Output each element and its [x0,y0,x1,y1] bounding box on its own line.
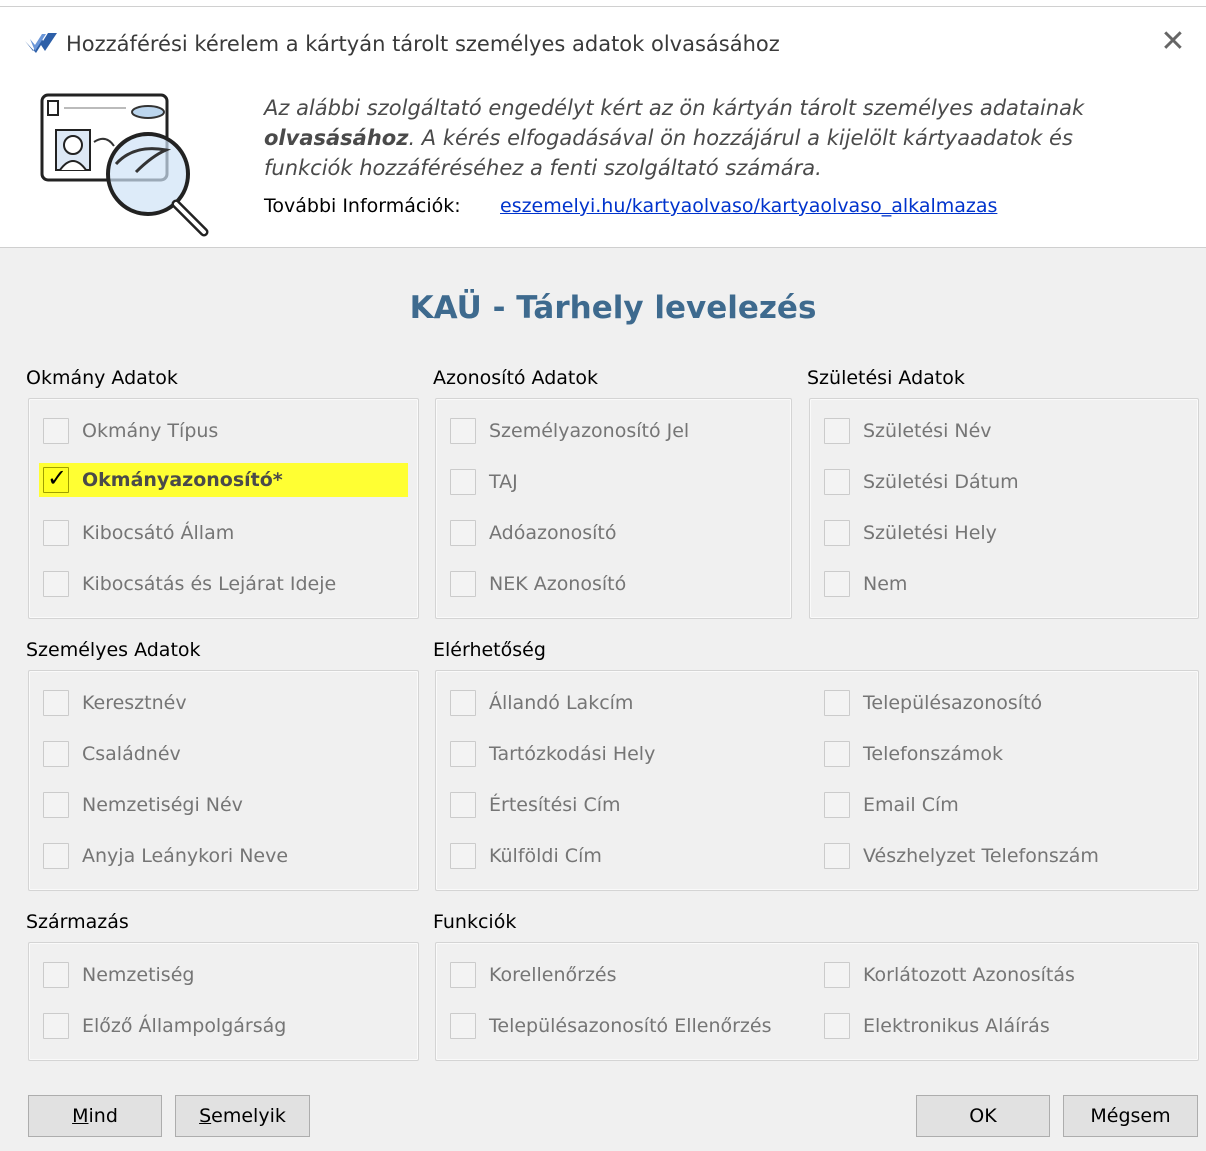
checkbox-adoazonosito[interactable]: Adóazonosító [436,512,776,554]
checkbox-csaladnev[interactable]: Családnév [29,733,409,775]
checkbox-square[interactable] [824,741,850,767]
dialog-header: Hozzáférési kérelem a kártyán tárolt sze… [0,7,1206,248]
checkbox-square[interactable] [450,792,476,818]
checkbox-square[interactable] [450,962,476,988]
checkbox-ertesitesi-cim[interactable]: Értesítési Cím [436,784,796,826]
checkbox-nek-azonosito[interactable]: NEK Azonosító [436,563,776,605]
checkbox-kibocsato-allam[interactable]: Kibocsátó Állam [29,512,409,554]
checkbox-square[interactable] [450,690,476,716]
checkbox-square[interactable] [43,843,69,869]
checkbox-square[interactable] [824,843,850,869]
checkbox-square[interactable] [450,418,476,444]
group-label-okmany: Okmány Adatok [26,367,178,389]
group-label-szemelyes: Személyes Adatok [26,639,201,661]
checkbox-szuletesi-datum[interactable]: Születési Dátum [810,461,1180,503]
checkbox-kulfoldi-cim[interactable]: Külföldi Cím [436,835,796,877]
checkbox-allando-lakcim[interactable]: Állandó Lakcím [436,682,796,724]
checkbox-okmany-tipus[interactable]: Okmány Típus [29,410,409,452]
more-info-label: További Információk: [264,195,461,217]
checkbox-veszhelyzet-telefonszam[interactable]: Vészhelyzet Telefonszám [810,835,1190,877]
checkbox-telepulesazonosito-ellenorzes[interactable]: Településazonosító Ellenőrzés [436,1005,796,1047]
checkbox-telefonszamok[interactable]: Telefonszámok [810,733,1190,775]
checkbox-square[interactable] [450,741,476,767]
group-label-azonosito: Azonosító Adatok [433,367,598,389]
group-label-szarmazas: Származás [26,911,129,933]
checkbox-square[interactable] [824,690,850,716]
checkbox-square[interactable] [824,520,850,546]
description-bold: olvasásához [264,126,409,150]
checkbox-square[interactable] [824,962,850,988]
group-label-funkciok: Funkciók [433,911,517,933]
group-box-azonosito: Személyazonosító Jel TAJ Adóazonosító NE… [435,398,792,619]
checkbox-square[interactable] [43,962,69,988]
checkbox-square[interactable] [43,690,69,716]
checkbox-elektronikus-alairas[interactable]: Elektronikus Aláírás [810,1005,1190,1047]
more-info-link[interactable]: eszemelyi.hu/kartyaolvaso/kartyaolvaso_a… [500,195,997,217]
checkbox-okmanyazonosito[interactable]: Okmányazonosító* [39,463,408,497]
more-info-row: További Információk: eszemelyi.hu/kartya… [264,195,997,217]
checkbox-kibocsatas-lejarat[interactable]: Kibocsátás és Lejárat Ideje [29,563,409,605]
checkbox-square[interactable] [824,1013,850,1039]
group-box-okmany: Okmány Típus Okmányazonosító* Kibocsátó … [28,398,419,619]
select-all-button[interactable]: Mind [28,1095,162,1137]
id-card-magnifier-icon [40,93,209,237]
cancel-button[interactable]: Mégsem [1063,1095,1198,1137]
checkbox-taj[interactable]: TAJ [436,461,776,503]
checkbox-korlatozott-azonositas[interactable]: Korlátozott Azonosítás [810,954,1190,996]
group-box-funkciok: Korellenőrzés Településazonosító Ellenőr… [435,942,1199,1061]
checkbox-square[interactable] [450,1013,476,1039]
ok-button[interactable]: OK [916,1095,1050,1137]
checkbox-szuletesi-nev[interactable]: Születési Név [810,410,1180,452]
checkbox-nemzetisegi-nev[interactable]: Nemzetiségi Név [29,784,409,826]
checkbox-square[interactable] [824,418,850,444]
close-icon[interactable]: ✕ [1156,25,1190,59]
description-text: Az alábbi szolgáltató engedélyt kért az … [264,96,1085,180]
checkbox-tartozkodasi-hely[interactable]: Tartózkodási Hely [436,733,796,775]
top-edge [0,0,1206,7]
checkbox-szuletesi-hely[interactable]: Születési Hely [810,512,1180,554]
service-title: KAÜ - Tárhely levelezés [409,290,817,326]
select-none-button[interactable]: Semelyik [175,1095,310,1137]
app-logo-icon [25,33,57,53]
checkbox-square-checked[interactable] [43,464,69,493]
checkbox-square[interactable] [43,1013,69,1039]
checkbox-keresztnev[interactable]: Keresztnév [29,682,409,724]
checkbox-square[interactable] [43,792,69,818]
checkbox-square[interactable] [450,469,476,495]
group-box-elerhetoseg: Állandó Lakcím Tartózkodási Hely Értesít… [435,670,1199,891]
group-box-szuletesi: Születési Név Születési Dátum Születési … [809,398,1199,619]
window-title: Hozzáférési kérelem a kártyán tárolt sze… [66,32,780,56]
checkbox-square[interactable] [824,571,850,597]
group-box-szemelyes: Keresztnév Családnév Nemzetiségi Név Any… [28,670,419,891]
checkbox-email-cim[interactable]: Email Cím [810,784,1190,826]
checkbox-anyja-neve[interactable]: Anyja Leánykori Neve [29,835,409,877]
group-label-szuletesi: Születési Adatok [807,367,965,389]
group-label-elerhetoseg: Elérhetőség [433,639,546,661]
checkbox-square[interactable] [450,520,476,546]
checkbox-korellenorzes[interactable]: Korellenőrzés [436,954,796,996]
title-bar: Hozzáférési kérelem a kártyán tárolt sze… [24,29,780,59]
checkbox-square[interactable] [43,418,69,444]
checkbox-square[interactable] [824,792,850,818]
checkbox-nem[interactable]: Nem [810,563,1180,605]
checkbox-telepulesazonosito[interactable]: Településazonosító [810,682,1190,724]
checkbox-square[interactable] [824,469,850,495]
checkbox-square[interactable] [450,571,476,597]
checkbox-square[interactable] [43,520,69,546]
checkbox-square[interactable] [43,571,69,597]
checkbox-square[interactable] [43,741,69,767]
checkbox-szemelyazonosito-jel[interactable]: Személyazonosító Jel [436,410,776,452]
checkbox-square[interactable] [450,843,476,869]
checkbox-elozo-allampolgarsag[interactable]: Előző Állampolgárság [29,1005,409,1047]
checkbox-nemzetiseg[interactable]: Nemzetiség [29,954,409,996]
group-box-szarmazas: Nemzetiség Előző Állampolgárság [28,942,419,1061]
